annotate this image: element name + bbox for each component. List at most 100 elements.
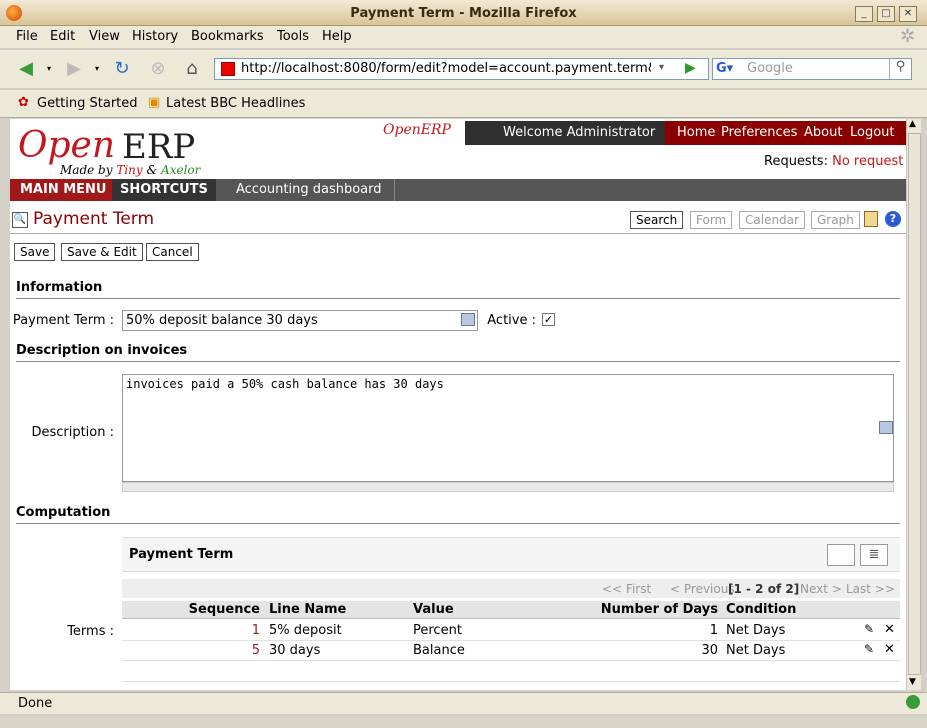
col-number-of-days[interactable]: Number of Days <box>592 602 718 617</box>
back-icon[interactable]: ◀ <box>14 58 38 80</box>
close-window-icon[interactable]: ✕ <box>899 6 917 22</box>
pager-last[interactable]: Last >> <box>846 582 895 596</box>
scroll-down-icon[interactable]: ▼ <box>909 677 916 687</box>
active-checkbox[interactable]: ✓ <box>542 313 555 326</box>
row-sequence: 1 <box>251 623 260 638</box>
row-sequence: 5 <box>251 643 260 658</box>
terms-columns: Sequence Line Name Value Number of Days … <box>122 601 900 619</box>
terms-label: Terms : <box>67 624 114 639</box>
window-titlebar: Payment Term - Mozilla Firefox _ □ ✕ <box>0 0 927 26</box>
scroll-up-icon[interactable]: ▲ <box>909 119 916 129</box>
site-favicon <box>221 62 235 76</box>
view-form-button[interactable]: Form <box>690 211 733 229</box>
scroll-thumb[interactable] <box>908 133 921 675</box>
edit-icon[interactable]: ✎ <box>864 622 874 636</box>
stop-icon[interactable]: ⊗ <box>146 58 170 80</box>
save-and-edit-button[interactable]: Save & Edit <box>61 243 143 261</box>
payment-term-label: Payment Term : <box>12 313 114 328</box>
description-textarea[interactable]: invoices paid a 50% cash balance has 30 … <box>122 374 894 482</box>
menu-history[interactable]: History <box>132 29 178 44</box>
terms-grid-header: Payment Term ≣ <box>122 537 900 572</box>
getting-started-icon: ✿ <box>18 95 29 110</box>
list-view-icon[interactable]: ≣ <box>860 544 888 566</box>
status-text: Done <box>18 696 53 711</box>
bookmark-getting-started[interactable]: Getting Started <box>37 96 138 111</box>
pager-first[interactable]: << First <box>602 582 651 596</box>
top-links-bar: Welcome Administrator Home Preferences A… <box>465 121 906 145</box>
clipboard-icon[interactable] <box>864 211 878 227</box>
menu-tools[interactable]: Tools <box>277 29 309 44</box>
google-engine-icon[interactable]: G▾ <box>716 61 733 76</box>
bookmark-bbc[interactable]: Latest BBC Headlines <box>166 96 305 111</box>
page-scrollbar[interactable]: ▲ ▼ <box>906 119 921 690</box>
requests: Requests: No request <box>764 154 903 169</box>
help-icon[interactable]: ? <box>885 211 901 227</box>
back-dropdown-icon[interactable]: ▾ <box>42 58 56 80</box>
pager-range: [1 - 2 of 2] <box>728 582 800 596</box>
edit-icon[interactable]: ✎ <box>864 642 874 656</box>
view-calendar-button[interactable]: Calendar <box>739 211 805 229</box>
bookmarks-toolbar: ✿ Getting Started ▣ Latest BBC Headlines <box>0 90 927 118</box>
row-value: Balance <box>413 643 465 658</box>
row-days: 30 <box>701 643 718 658</box>
minimize-icon[interactable]: _ <box>855 6 873 22</box>
link-home[interactable]: Home <box>677 125 715 140</box>
delete-icon[interactable]: ✕ <box>884 622 895 637</box>
payment-term-field[interactable]: 50% deposit balance 30 days <box>122 310 478 331</box>
link-about[interactable]: About <box>804 125 842 140</box>
requests-label: Requests: <box>764 154 828 169</box>
requests-value[interactable]: No request <box>832 154 903 169</box>
main-menu-button[interactable]: MAIN MENU <box>10 179 117 201</box>
go-icon[interactable]: ▶ <box>685 60 696 76</box>
forward-dropdown-icon[interactable]: ▾ <box>90 58 104 80</box>
delete-icon[interactable]: ✕ <box>884 642 895 657</box>
menu-help[interactable]: Help <box>322 29 352 44</box>
view-graph-button[interactable]: Graph <box>811 211 860 229</box>
title-divider <box>10 233 906 234</box>
search-bar[interactable]: G▾ Google ⚲ <box>712 58 912 80</box>
payment-term-value: 50% deposit balance 30 days <box>126 313 318 328</box>
amp: & <box>146 163 158 177</box>
menu-edit[interactable]: Edit <box>50 29 75 44</box>
forward-icon[interactable]: ▶ <box>62 58 86 80</box>
maximize-icon[interactable]: □ <box>877 6 895 22</box>
link-logout[interactable]: Logout <box>850 125 895 140</box>
description-label: Description : <box>31 425 114 440</box>
translate-icon[interactable] <box>461 313 475 326</box>
table-row[interactable]: 1 5% deposit Percent 1 Net Days ✎ ✕ <box>122 621 900 641</box>
col-condition[interactable]: Condition <box>726 602 796 617</box>
row-value: Percent <box>413 623 462 638</box>
cancel-button[interactable]: Cancel <box>146 243 199 261</box>
home-icon[interactable]: ⌂ <box>180 58 204 80</box>
view-search-button[interactable]: Search <box>630 211 684 229</box>
description-translate-icon[interactable] <box>879 421 893 434</box>
shortcut-accounting-dashboard[interactable]: Accounting dashboard <box>224 179 395 201</box>
pager-previous[interactable]: < Previous <box>670 582 735 596</box>
url-bar[interactable]: http://localhost:8080/form/edit?model=ac… <box>214 58 709 80</box>
reload-icon[interactable]: ↻ <box>110 58 134 80</box>
menu-bookmarks[interactable]: Bookmarks <box>191 29 264 44</box>
status-bar: Done <box>0 692 927 714</box>
col-sequence[interactable]: Sequence <box>180 602 260 617</box>
throbber-icon: ✲ <box>900 26 916 47</box>
search-icon[interactable]: ⚲ <box>889 59 911 79</box>
pager-next[interactable]: Next > <box>800 582 842 596</box>
url-dropdown-icon[interactable]: ▾ <box>659 62 664 73</box>
save-button[interactable]: Save <box>14 243 56 261</box>
menu-view[interactable]: View <box>89 29 120 44</box>
link-preferences[interactable]: Preferences <box>721 125 797 140</box>
shortcuts-button[interactable]: SHORTCUTS <box>112 179 216 201</box>
logo-tagline: Made by Tiny & Axelor <box>60 163 200 177</box>
col-value[interactable]: Value <box>413 602 454 617</box>
row-condition: Net Days <box>726 623 786 638</box>
made-by: Made by <box>60 163 113 177</box>
col-line-name[interactable]: Line Name <box>269 602 346 617</box>
textarea-resize-handle[interactable] <box>122 482 894 492</box>
table-row[interactable]: 5 30 days Balance 30 Net Days ✎ ✕ <box>122 641 900 661</box>
welcome-text: Welcome Administrator <box>465 121 665 145</box>
row-line-name: 5% deposit <box>269 623 342 638</box>
section-information: Information <box>16 280 900 299</box>
menu-file[interactable]: File <box>16 29 38 44</box>
new-record-icon[interactable] <box>827 544 855 566</box>
page-title: Payment Term <box>33 209 155 229</box>
